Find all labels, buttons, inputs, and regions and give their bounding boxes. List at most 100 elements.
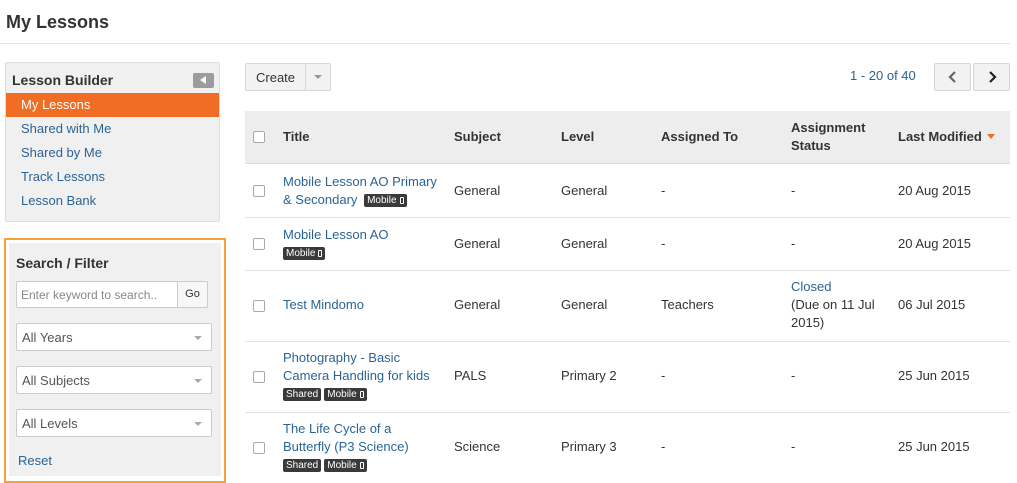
row-checkbox[interactable]	[253, 300, 265, 312]
mobile-badge: Mobile	[324, 388, 367, 401]
lesson-title-link-line2[interactable]: Camera Handling for kids	[283, 368, 430, 383]
column-header-assignment-status[interactable]: Assignment Status	[791, 119, 865, 155]
lesson-title-cell: Photography - Basic Camera Handling for …	[283, 349, 430, 403]
sort-descending-icon	[986, 134, 995, 139]
previous-page-button[interactable]	[934, 63, 971, 91]
column-header-last-modified[interactable]: Last Modified	[898, 128, 995, 146]
lesson-title-link[interactable]: Mobile Lesson AO	[283, 227, 389, 242]
years-select[interactable]: All Years	[16, 323, 212, 351]
lesson-title-link-line2[interactable]: Butterfly (P3 Science)	[283, 439, 409, 454]
subject-cell: General	[454, 297, 501, 312]
row-checkbox[interactable]	[253, 371, 265, 383]
table-row: Mobile Lesson AO Primary & Secondary Mob…	[245, 164, 1010, 218]
lesson-builder-header: Lesson Builder	[6, 63, 219, 93]
chevron-down-icon	[194, 422, 202, 426]
chevron-down-icon[interactable]	[314, 75, 322, 79]
subject-cell: PALS	[454, 368, 487, 383]
table-header: Title Subject Level Assigned To Assignme…	[245, 111, 1010, 164]
create-button[interactable]: Create	[245, 63, 331, 91]
go-button[interactable]: Go	[177, 281, 208, 308]
column-header-subject[interactable]: Subject	[454, 128, 501, 146]
level-cell: Primary 3	[561, 439, 617, 454]
lesson-builder-title: Lesson Builder	[12, 72, 114, 88]
status-due-year: 2015)	[791, 315, 825, 330]
title-divider	[0, 43, 1010, 44]
mobile-badge-label: Mobile	[367, 195, 397, 206]
level-cell: General	[561, 297, 608, 312]
reset-link[interactable]: Reset	[18, 453, 52, 468]
chevron-left-icon	[948, 71, 956, 83]
mobile-badge: Mobile	[364, 194, 407, 207]
chevron-down-icon	[194, 336, 202, 340]
status-cell: -	[791, 368, 796, 383]
shared-badge: Shared	[283, 388, 322, 401]
subject-cell: Science	[454, 439, 501, 454]
row-checkbox[interactable]	[253, 442, 265, 454]
subject-cell: General	[454, 183, 501, 198]
sidebar-item-shared-with-me[interactable]: Shared with Me	[6, 117, 219, 141]
assigned-to-cell: -	[661, 183, 666, 198]
levels-select-value: All Levels	[22, 416, 78, 431]
lesson-builder-panel: Lesson Builder My Lessons Shared with Me…	[5, 62, 220, 222]
sidebar-item-shared-by-me[interactable]: Shared by Me	[6, 141, 219, 165]
column-header-title[interactable]: Title	[283, 128, 310, 146]
assigned-to-cell: Teachers	[661, 297, 714, 312]
column-header-status-line1: Assignment	[791, 120, 866, 135]
modified-cell: 20 Aug 2015	[898, 183, 972, 198]
column-header-assigned-to[interactable]: Assigned To	[661, 128, 738, 146]
lesson-title-link[interactable]: Mobile Lesson AO Primary	[283, 174, 437, 189]
search-filter-title: Search / Filter	[16, 255, 109, 271]
subjects-select-value: All Subjects	[22, 373, 90, 388]
assigned-to-cell: -	[661, 368, 666, 383]
search-filter-body: Search / Filter Go All Years All Subject…	[9, 243, 221, 476]
levels-select[interactable]: All Levels	[16, 409, 212, 437]
assigned-to-cell: -	[661, 439, 666, 454]
level-cell: General	[561, 236, 608, 251]
lesson-title-link[interactable]: Photography - Basic	[283, 350, 400, 365]
mobile-badge-label: Mobile	[327, 389, 357, 400]
search-input[interactable]	[16, 281, 177, 308]
status-cell: -	[791, 236, 796, 251]
column-header-level[interactable]: Level	[561, 128, 594, 146]
level-cell: General	[561, 183, 608, 198]
pagination-range: 1 - 20 of 40	[850, 68, 916, 83]
lesson-title-link-line2[interactable]: & Secondary	[283, 192, 357, 207]
status-due-date: (Due on 11 Jul	[791, 297, 875, 312]
table-row: Test Mindomo General General Teachers Cl…	[245, 271, 1010, 342]
mobile-phone-icon	[399, 197, 404, 204]
subjects-select[interactable]: All Subjects	[16, 366, 212, 394]
lesson-title-cell: Mobile Lesson AO Primary & Secondary Mob…	[283, 173, 437, 209]
sidebar-item-my-lessons[interactable]: My Lessons	[6, 93, 219, 117]
row-checkbox[interactable]	[253, 238, 265, 250]
modified-cell: 25 Jun 2015	[898, 368, 970, 383]
column-header-status-line2: Status	[791, 138, 831, 153]
chevron-left-icon	[200, 76, 206, 84]
lesson-title-link[interactable]: Test Mindomo	[283, 296, 364, 314]
row-checkbox[interactable]	[253, 185, 265, 197]
status-cell: Closed (Due on 11 Jul 2015)	[791, 278, 875, 332]
next-page-button[interactable]	[973, 63, 1010, 91]
sidebar-item-track-lessons[interactable]: Track Lessons	[6, 165, 219, 189]
chevron-right-icon	[989, 71, 997, 83]
status-cell: -	[791, 439, 796, 454]
level-cell: Primary 2	[561, 368, 617, 383]
lesson-title-link[interactable]: The Life Cycle of a	[283, 421, 391, 436]
lesson-title-cell: The Life Cycle of a Butterfly (P3 Scienc…	[283, 420, 409, 474]
mobile-phone-icon	[318, 250, 323, 257]
mobile-phone-icon	[359, 462, 364, 469]
collapse-sidebar-button[interactable]	[193, 73, 214, 88]
table-row: Photography - Basic Camera Handling for …	[245, 342, 1010, 413]
search-filter-panel: Search / Filter Go All Years All Subject…	[4, 238, 226, 483]
mobile-badge-label: Mobile	[327, 460, 357, 471]
years-select-value: All Years	[22, 330, 73, 345]
create-button-label: Create	[256, 70, 296, 85]
sidebar-item-lesson-bank[interactable]: Lesson Bank	[6, 189, 219, 213]
modified-cell: 06 Jul 2015	[898, 297, 966, 312]
mobile-phone-icon	[359, 391, 364, 398]
mobile-badge: Mobile	[283, 247, 326, 260]
shared-badge: Shared	[283, 459, 322, 472]
chevron-down-icon	[194, 379, 202, 383]
status-closed-link[interactable]: Closed	[791, 279, 831, 294]
select-all-checkbox[interactable]	[253, 131, 265, 143]
status-cell: -	[791, 183, 796, 198]
